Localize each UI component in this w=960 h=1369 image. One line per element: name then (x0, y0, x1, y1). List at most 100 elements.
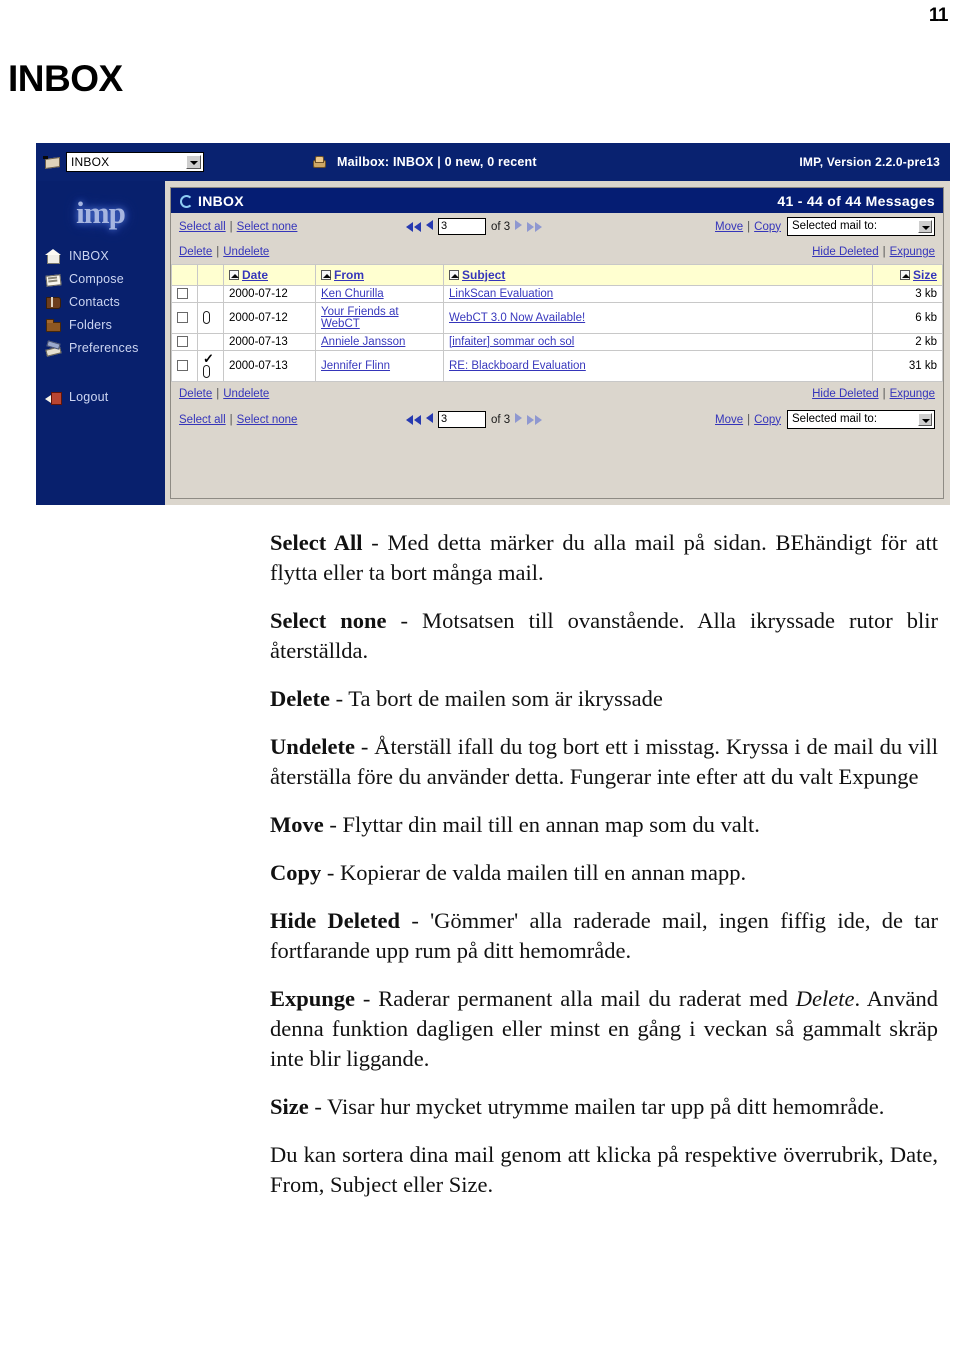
delete-link-bottom[interactable]: Delete (179, 388, 212, 400)
undelete-link[interactable]: Undelete (223, 246, 269, 258)
select-all-link-bottom[interactable]: Select all (179, 414, 226, 426)
th-flags (197, 264, 224, 286)
prev-page-icon[interactable] (426, 413, 433, 426)
row-from: Ken Churilla (315, 285, 444, 303)
last-page-icon[interactable] (527, 414, 543, 425)
message-table-body: 2000-07-12 Ken Churilla LinkScan Evaluat… (171, 285, 943, 382)
row-subject-link[interactable]: [infaiter] sommar och sol (449, 336, 574, 348)
target-folder-select-bottom[interactable]: Selected mail to: (787, 410, 935, 429)
documentation-body: Select All - Med detta märker du alla ma… (270, 528, 938, 1218)
sidebar-item-folders[interactable]: Folders (36, 313, 165, 336)
sort-size-link[interactable]: Size (913, 268, 937, 282)
folder-icon (45, 318, 61, 332)
row-checkbox-cell[interactable] (171, 302, 198, 334)
paragraph-size: Size - Visar hur mycket utrymme mailen t… (270, 1092, 938, 1122)
table-row[interactable]: 2000-07-13 Anniele Jansson [infaiter] so… (171, 333, 943, 351)
row-checkbox[interactable] (177, 360, 188, 372)
row-checkbox[interactable] (177, 288, 188, 300)
delete-link[interactable]: Delete (179, 246, 212, 258)
paragraph-delete: Delete - Ta bort de mailen som är ikryss… (270, 684, 938, 714)
paragraph-hide-deleted: Hide Deleted - 'Gömmer' alla raderade ma… (270, 906, 938, 966)
sidebar-item-logout[interactable]: Logout (36, 385, 165, 408)
row-from-link[interactable]: Ken Churilla (321, 288, 384, 300)
row-subject-link[interactable]: RE: Blackboard Evaluation (449, 360, 586, 372)
paragraph-select-all: Select All - Med detta märker du alla ma… (270, 528, 938, 588)
term-delete: Delete (270, 686, 330, 711)
page-input[interactable]: 3 (438, 218, 486, 235)
next-page-icon[interactable] (515, 220, 523, 233)
row-subject: [infaiter] sommar och sol (443, 333, 873, 351)
chevron-down-icon[interactable] (186, 155, 201, 169)
sidebar-item-preferences[interactable]: Preferences (36, 336, 165, 359)
row-checkbox[interactable] (177, 336, 188, 348)
th-size[interactable]: Size (872, 264, 943, 286)
row-checkbox-cell[interactable] (171, 285, 198, 303)
undelete-link-bottom[interactable]: Undelete (223, 388, 269, 400)
hide-deleted-link[interactable]: Hide Deleted (812, 246, 878, 258)
sidebar-item-compose[interactable]: Compose (36, 267, 165, 290)
target-folder-select[interactable]: Selected mail to: (787, 217, 935, 236)
row-checkbox[interactable] (177, 312, 188, 324)
prev-page-icon[interactable] (426, 220, 433, 233)
term-copy: Copy (270, 860, 322, 885)
table-row[interactable]: ✓ 2000-07-13 Jennifer Flinn RE: Blackboa… (171, 350, 943, 382)
copy-link[interactable]: Copy (754, 221, 781, 233)
row-from-link[interactable]: Your Friends at WebCT (321, 306, 399, 330)
row-checkbox-cell[interactable] (171, 333, 198, 351)
expunge-link[interactable]: Expunge (890, 246, 935, 258)
row-from-link[interactable]: Jennifer Flinn (321, 360, 390, 372)
row-from-link[interactable]: Anniele Jansson (321, 336, 405, 348)
th-date[interactable]: Date (223, 264, 316, 286)
copy-link-bottom[interactable]: Copy (754, 414, 781, 426)
answered-icon: ✓ (203, 351, 214, 366)
expunge-link-bottom[interactable]: Expunge (890, 388, 935, 400)
move-link[interactable]: Move (715, 221, 743, 233)
row-from: Anniele Jansson (315, 333, 444, 351)
table-row[interactable]: 2000-07-12 Ken Churilla LinkScan Evaluat… (171, 285, 943, 303)
sort-date-link[interactable]: Date (242, 268, 268, 282)
app-topbar: INBOX Mailbox: INBOX | 0 new, 0 recent I… (36, 143, 950, 181)
row-subject-link[interactable]: LinkScan Evaluation (449, 288, 553, 300)
next-page-icon[interactable] (515, 413, 523, 426)
th-from[interactable]: From (315, 264, 444, 286)
text-expunge-italic: Delete (795, 986, 855, 1011)
paragraph-copy: Copy - Kopierar de valda mailen till en … (270, 858, 938, 888)
last-page-icon[interactable] (527, 221, 543, 232)
first-page-icon[interactable] (406, 414, 421, 425)
row-date: 2000-07-13 (223, 350, 316, 382)
th-subject[interactable]: Subject (443, 264, 873, 286)
main-content: INBOX 41 - 44 of 44 Messages Select all … (165, 181, 950, 505)
hide-deleted-link-bottom[interactable]: Hide Deleted (812, 388, 878, 400)
sort-arrow-icon[interactable] (449, 270, 459, 280)
page-input-bottom[interactable]: 3 (438, 411, 486, 428)
sort-arrow-icon[interactable] (229, 270, 239, 280)
select-all-link[interactable]: Select all (179, 221, 226, 233)
row-from: Your Friends at WebCT (315, 302, 444, 334)
move-link-bottom[interactable]: Move (715, 414, 743, 426)
sort-arrow-icon[interactable] (321, 270, 331, 280)
first-page-icon[interactable] (406, 221, 421, 232)
table-row[interactable]: 2000-07-12 Your Friends at WebCT WebCT 3… (171, 302, 943, 334)
sidebar: imp INBOX Compose Contacts Folders Prefe… (36, 181, 165, 505)
sidebar-item-contacts[interactable]: Contacts (36, 290, 165, 313)
select-none-link[interactable]: Select none (237, 221, 298, 233)
chevron-down-icon[interactable] (918, 220, 932, 233)
term-select-none: Select none (270, 608, 387, 633)
sort-from-link[interactable]: From (334, 268, 364, 282)
row-checkbox-cell[interactable] (171, 350, 198, 382)
row-subject-link[interactable]: WebCT 3.0 Now Available! (449, 312, 585, 324)
mailbox-icon (43, 155, 61, 169)
text-sorting: Du kan sortera dina mail genom att klick… (270, 1142, 938, 1197)
sort-arrow-icon[interactable] (899, 270, 910, 280)
folder-select[interactable]: INBOX (66, 152, 204, 172)
row-date: 2000-07-12 (223, 285, 316, 303)
chevron-down-icon[interactable] (918, 413, 932, 426)
select-none-link-bottom[interactable]: Select none (237, 414, 298, 426)
row-size: 3 kb (872, 285, 943, 303)
panel-title-bar: INBOX 41 - 44 of 44 Messages (171, 188, 943, 213)
toolbar-separator: | (882, 388, 886, 400)
sort-subject-link[interactable]: Subject (462, 268, 505, 282)
row-flags-cell: ✓ (197, 350, 224, 382)
sidebar-item-inbox[interactable]: INBOX (36, 244, 165, 267)
refresh-icon[interactable] (179, 194, 193, 208)
